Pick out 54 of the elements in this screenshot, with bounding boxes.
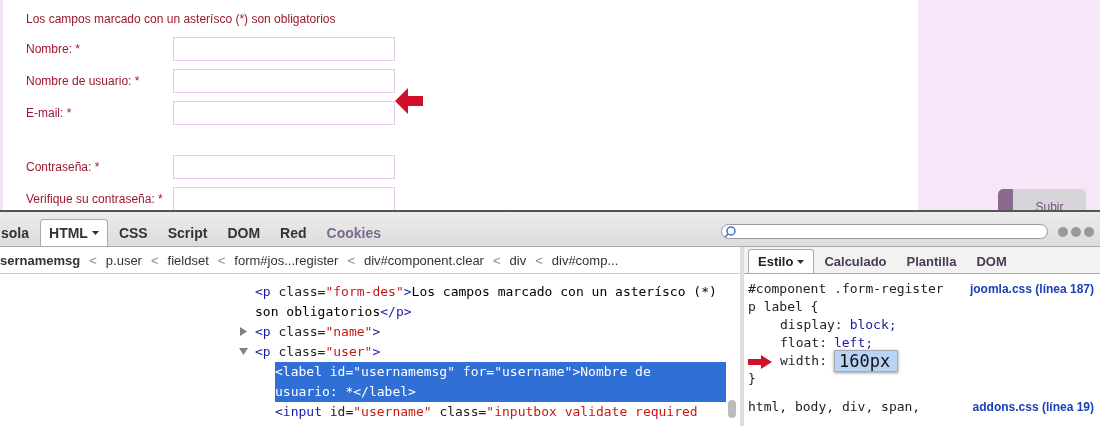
- panel-tab[interactable]: sola: [0, 219, 38, 246]
- breadcrumb-item[interactable]: fieldset: [167, 252, 209, 268]
- scrollbar-thumb[interactable]: [728, 400, 736, 418]
- breadcrumb-item[interactable]: sernamemsg: [0, 252, 81, 268]
- side-panel-tab[interactable]: DOM: [966, 249, 1017, 273]
- code-line[interactable]: <input id="username" class="inputbox validate required: [275, 402, 726, 422]
- breadcrumb-separator: <: [89, 252, 97, 268]
- text-field[interactable]: [173, 100, 395, 125]
- stylesheet-link[interactable]: joomla.css (línea 187): [969, 280, 1094, 298]
- required-fields-notice: Los campos marcado con un asterísco (*) son obligatorios: [26, 12, 337, 26]
- code-line[interactable]: <p class="name">: [255, 322, 726, 342]
- panel-tab[interactable]: Script: [158, 219, 217, 246]
- side-panel-tab[interactable]: Calculado: [814, 249, 897, 273]
- css-property-value: block;: [849, 316, 897, 334]
- panel-tab[interactable]: DOM: [218, 219, 270, 246]
- breadcrumb-separator: <: [492, 252, 501, 268]
- search-field[interactable]: [721, 224, 1048, 239]
- field-label: Nombre: *: [26, 41, 82, 56]
- collapse-triangle-icon[interactable]: [239, 347, 248, 356]
- breadcrumb-item[interactable]: div#component.clear: [364, 252, 484, 268]
- css-property-value: left;: [833, 334, 874, 352]
- field-label: E-mail: *: [26, 105, 73, 120]
- property-value-editor[interactable]: 160px: [833, 350, 898, 372]
- breadcrumb-separator: <: [217, 252, 226, 268]
- css-property-name: width:: [780, 352, 827, 370]
- search-icon: [724, 225, 736, 238]
- text-field[interactable]: [173, 36, 395, 61]
- panel-tab[interactable]: HTML: [40, 219, 108, 246]
- css-selector: html, body, div, span,: [748, 398, 922, 416]
- side-panel-tab[interactable]: Plantilla: [896, 249, 967, 273]
- field-label: Contraseña: *: [26, 159, 101, 174]
- expand-triangle-icon[interactable]: [239, 327, 248, 336]
- field-label: Nombre de usuario: *: [26, 73, 141, 88]
- css-property-name: display:: [780, 316, 843, 334]
- code-line[interactable]: <p class="form-des">Los campos marcado con un asterísco (*) son obligatorios</p>: [255, 282, 726, 322]
- breadcrumb-separator: <: [535, 252, 543, 268]
- breadcrumb-item[interactable]: div: [509, 252, 527, 268]
- breadcrumb-separator: <: [347, 252, 355, 268]
- stylesheet-link[interactable]: addons.css (línea 19): [972, 398, 1094, 416]
- css-property-name: float:: [780, 334, 827, 352]
- text-field[interactable]: [173, 186, 395, 210]
- panel-tab[interactable]: Red: [271, 219, 316, 246]
- breadcrumb-item[interactable]: div#comp...: [551, 252, 619, 268]
- left-arrow-icon: [395, 86, 425, 116]
- text-field[interactable]: [173, 154, 395, 179]
- panel-tab[interactable]: CSS: [109, 219, 157, 246]
- side-panel-tab[interactable]: Estilo: [748, 249, 815, 273]
- code-line[interactable]: <p class="user">: [255, 342, 726, 362]
- breadcrumb-separator: <: [150, 252, 159, 268]
- text-field[interactable]: [173, 68, 395, 93]
- closing-brace: }: [748, 371, 756, 386]
- breadcrumb-item[interactable]: form#jos...register: [234, 252, 339, 268]
- field-label: Verifique su contraseña: *: [26, 191, 164, 206]
- breadcrumb-item[interactable]: p.user: [105, 252, 142, 268]
